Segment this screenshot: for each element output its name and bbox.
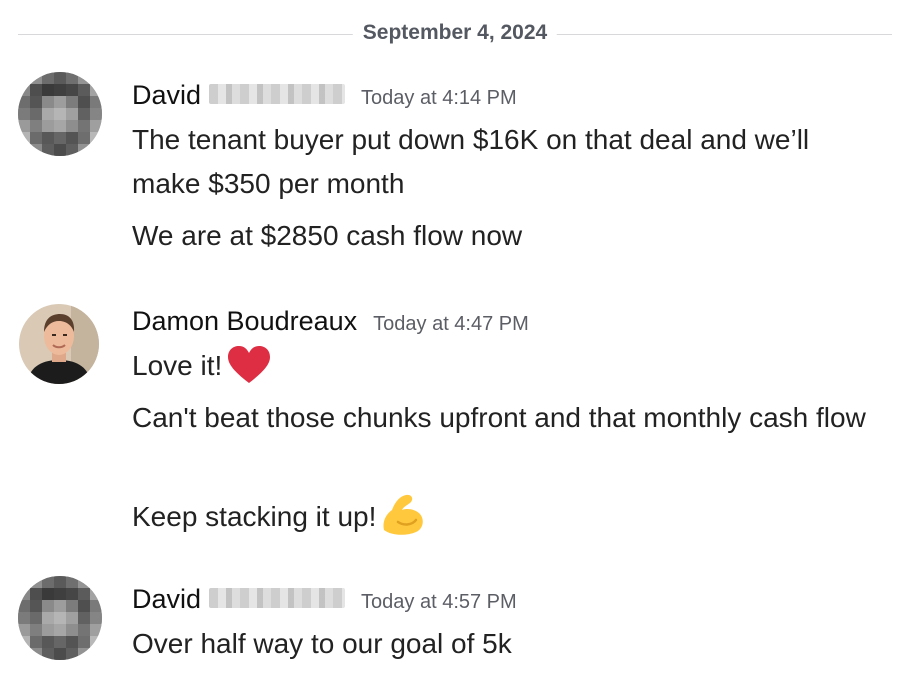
message-line: Keep stacking it up! <box>132 492 870 549</box>
message-text: Keep stacking it up! <box>132 501 377 532</box>
message-text: The tenant buyer put down $16K on that d… <box>132 124 810 199</box>
username[interactable]: David <box>132 584 201 615</box>
message-header: David Today at 4:57 PM <box>132 584 517 615</box>
timestamp[interactable]: Today at 4:57 PM <box>361 591 517 614</box>
flexed-biceps-icon <box>380 492 426 549</box>
message-text: Can't beat those chunks upfront and that… <box>132 402 866 433</box>
avatar[interactable] <box>19 304 99 384</box>
redacted-surname <box>209 588 346 608</box>
message-header: David Today at 4:14 PM <box>132 80 517 111</box>
profile-photo-icon <box>19 304 99 384</box>
redacted-surname <box>209 84 346 104</box>
message-header: Damon Boudreaux Today at 4:47 PM <box>132 306 529 337</box>
message-text: Over half way to our goal of 5k <box>132 628 512 659</box>
pixelated-avatar-icon <box>18 72 102 156</box>
username[interactable]: Damon Boudreaux <box>132 306 357 337</box>
pixelated-avatar-icon <box>18 576 102 660</box>
timestamp[interactable]: Today at 4:47 PM <box>373 313 529 336</box>
avatar[interactable] <box>18 576 102 660</box>
username[interactable]: David <box>132 80 201 111</box>
date-divider: September 4, 2024 <box>352 21 558 45</box>
message-line: Love it! <box>132 344 870 398</box>
message-text: We are at $2850 cash flow now <box>132 220 523 251</box>
timestamp[interactable]: Today at 4:14 PM <box>361 87 517 110</box>
avatar[interactable] <box>18 72 102 156</box>
message-text: Love it! <box>132 350 223 381</box>
red-heart-icon <box>226 345 272 398</box>
